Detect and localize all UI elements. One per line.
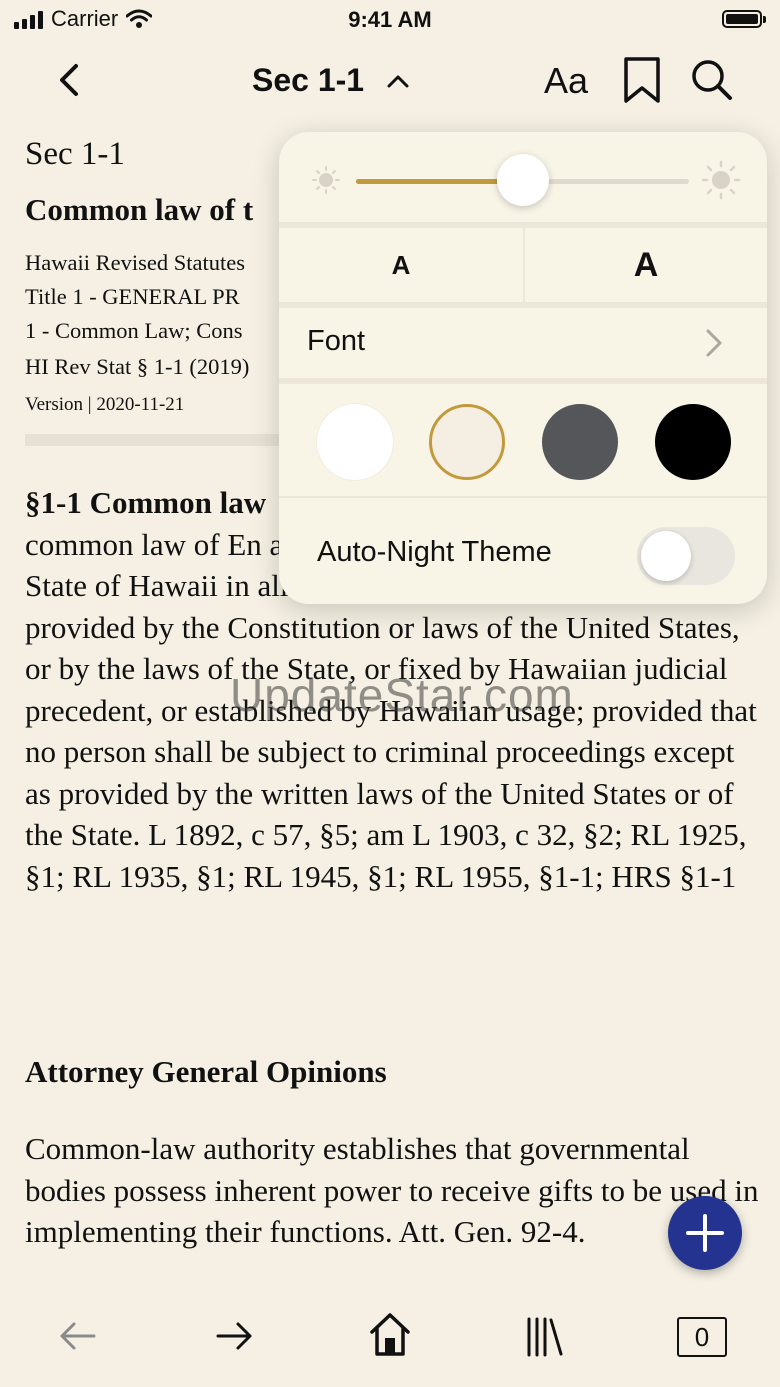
section-title-button[interactable]: Sec 1-1 — [252, 62, 410, 99]
search-icon[interactable] — [690, 58, 734, 107]
statute-breadcrumb: Hawaii Revised Statutes Title 1 - GENERA… — [25, 250, 245, 343]
brightness-slider-thumb[interactable] — [496, 154, 549, 206]
add-button[interactable] — [668, 1196, 742, 1270]
theme-night-swatch[interactable] — [655, 404, 731, 480]
increase-font-button[interactable]: A — [525, 228, 767, 302]
theme-gray-swatch[interactable] — [542, 404, 618, 480]
bookmark-icon[interactable] — [622, 56, 662, 109]
auto-night-label: Auto-Night Theme — [317, 536, 552, 568]
font-row[interactable]: Font — [279, 308, 767, 378]
brightness-high-icon — [701, 160, 741, 200]
ag-opinions-heading: Attorney General Opinions — [25, 1054, 387, 1089]
theme-white-swatch[interactable] — [317, 404, 393, 480]
home-icon[interactable] — [368, 1310, 412, 1365]
status-time: 9:41 AM — [348, 7, 432, 32]
plus-icon — [686, 1214, 724, 1252]
nav-title-label: Sec 1-1 — [252, 62, 365, 98]
ag-opinions-text: Common-law authority establishes that go… — [25, 1131, 759, 1249]
toggle-knob — [641, 531, 691, 581]
auto-night-row: Auto-Night Theme — [279, 500, 767, 604]
back-arrow-icon[interactable] — [58, 1314, 98, 1363]
statute-heading: §1-1 Common law — [25, 485, 267, 520]
font-size-divider — [523, 228, 525, 302]
popover-separator — [279, 496, 767, 498]
library-icon[interactable] — [525, 1316, 565, 1363]
forward-arrow-icon[interactable] — [214, 1314, 254, 1363]
theme-sepia-swatch[interactable] — [429, 404, 505, 480]
appearance-button[interactable]: Aa — [544, 60, 588, 102]
font-label: Font — [307, 325, 366, 357]
back-chevron-icon[interactable] — [52, 58, 88, 102]
section-label: Sec 1-1 — [25, 136, 125, 172]
brightness-low-icon — [312, 166, 340, 194]
version-label: Version | 2020-11-21 — [25, 394, 185, 415]
bottom-toolbar: 0 — [0, 1300, 780, 1387]
citation: HI Rev Stat § 1-1 (2019) — [25, 354, 250, 379]
chevron-up-icon — [387, 75, 409, 87]
chevron-right-icon — [706, 329, 722, 357]
status-bar: Carrier 9:41 AM — [0, 0, 780, 40]
battery-icon — [722, 10, 766, 28]
decrease-font-button[interactable]: A — [279, 228, 523, 302]
nav-bar: Sec 1-1 Aa — [0, 44, 780, 120]
appearance-popover: A A Font Auto-Night Theme — [279, 132, 767, 604]
watermark: UpdateStar.com — [230, 669, 574, 721]
section-title: Common law of t — [25, 192, 254, 227]
tab-count-button[interactable]: 0 — [677, 1317, 727, 1357]
auto-night-toggle[interactable] — [637, 527, 735, 585]
brightness-row — [279, 132, 767, 222]
theme-row — [279, 384, 767, 498]
